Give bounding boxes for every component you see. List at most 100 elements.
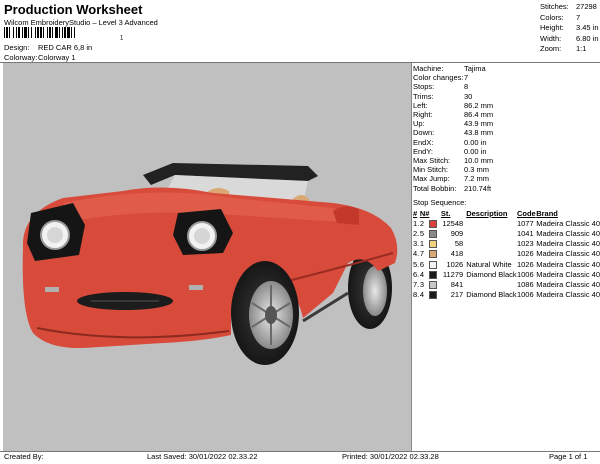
param-label: Right: bbox=[413, 110, 433, 120]
thread-brand: Madeira Classic 40 bbox=[536, 290, 600, 300]
param-value: 7 bbox=[464, 73, 469, 83]
thread-brand: Madeira Classic 40 bbox=[536, 239, 600, 249]
colorway-value: Colorway 1 bbox=[38, 53, 76, 62]
stop-number: 2. bbox=[413, 228, 420, 238]
design-meta: Design: RED CAR 6,8 in bbox=[4, 43, 92, 52]
design-value: RED CAR 6,8 in bbox=[38, 43, 93, 52]
table-row: 8. 4 217 Diamond Black 1006 Madeira Classic 4… bbox=[413, 290, 600, 300]
param-label: Down: bbox=[413, 128, 435, 138]
created-by: Created By: bbox=[4, 452, 44, 461]
param-value: 210.74ft bbox=[464, 183, 492, 193]
color-swatch-box bbox=[429, 250, 438, 259]
barcode-bar bbox=[18, 27, 20, 38]
thread-description bbox=[466, 279, 517, 289]
barcode: 1 bbox=[4, 27, 124, 40]
col-header: Brand bbox=[536, 208, 558, 218]
panel-divider bbox=[411, 63, 412, 451]
col-header: St. bbox=[440, 208, 451, 218]
color-swatch-box bbox=[429, 240, 438, 249]
param-label: Up: bbox=[413, 119, 425, 129]
thread-code: 1006 bbox=[516, 290, 534, 300]
param-value: 8 bbox=[464, 82, 469, 92]
stop-number: 8. bbox=[413, 290, 420, 300]
param-label: Trims: bbox=[413, 91, 434, 101]
param-value: 0.00 in bbox=[464, 146, 487, 156]
table-header-row: # N# St. Description Code Brand bbox=[413, 208, 600, 218]
page-title: Production Worksheet bbox=[4, 2, 143, 17]
thread-brand: Madeira Classic 40 bbox=[536, 259, 600, 269]
color-swatch-box bbox=[429, 260, 438, 269]
width-label: Width: bbox=[540, 33, 562, 43]
color-swatch-box bbox=[429, 291, 438, 300]
needle-number: 2 bbox=[419, 218, 424, 228]
param-label: Total Bobbin: bbox=[413, 183, 457, 193]
param-value: Tajima bbox=[464, 64, 486, 73]
thread-code: 1006 bbox=[516, 269, 534, 279]
barcode-bar bbox=[52, 27, 53, 38]
stop-number: 5. bbox=[413, 259, 420, 269]
thread-code: 1086 bbox=[516, 279, 534, 289]
last-saved: Last Saved: 30/01/2022 02.33.22 bbox=[147, 452, 258, 461]
stitch-count: 12548 bbox=[442, 218, 464, 228]
color-swatch-box bbox=[429, 280, 438, 289]
thread-description: Diamond Black bbox=[466, 269, 517, 279]
color-swatch bbox=[429, 228, 438, 238]
barcode-bar bbox=[49, 27, 51, 38]
thread-description bbox=[466, 228, 517, 238]
stop-number: 3. bbox=[413, 239, 420, 249]
barcode-bar bbox=[43, 27, 44, 38]
barcode-bar bbox=[59, 27, 60, 38]
page-number: Page 1 of 1 bbox=[549, 452, 588, 461]
stitch-count: 58 bbox=[454, 239, 464, 249]
printed-date: Printed: 30/01/2022 02.33.28 bbox=[342, 452, 439, 461]
barcode-bar bbox=[6, 27, 8, 38]
table-row: 1. 2 12548 1077 Madeira Classic 40 bbox=[413, 218, 600, 228]
barcode-bar bbox=[24, 27, 27, 38]
stitch-count: 909 bbox=[450, 228, 464, 238]
barcode-bar bbox=[9, 27, 10, 38]
zoom-value: 1:1 bbox=[576, 44, 587, 53]
stop-number: 7. bbox=[413, 279, 420, 289]
red-car-embroidery-image bbox=[22, 163, 398, 365]
param-label: Stops: bbox=[413, 82, 435, 92]
thread-description bbox=[466, 249, 517, 259]
barcode-bar bbox=[37, 27, 39, 38]
barcode-bar bbox=[71, 27, 72, 38]
param-value: 43.9 mm bbox=[464, 119, 494, 129]
width-value: 6.80 in bbox=[576, 33, 599, 43]
barcode-bar bbox=[67, 27, 70, 38]
col-header: N# bbox=[419, 208, 430, 218]
thread-description: Diamond Black bbox=[466, 290, 517, 300]
stop-number: 1. bbox=[413, 218, 420, 228]
table-row: 7. 3 841 1086 Madeira Classic 40 bbox=[413, 279, 600, 289]
param-label: EndX: bbox=[413, 137, 434, 147]
col-header: # bbox=[413, 208, 418, 218]
color-swatch bbox=[429, 249, 438, 259]
col-header: Description bbox=[466, 208, 508, 218]
footer-divider bbox=[0, 451, 600, 452]
needle-number: 6 bbox=[419, 259, 424, 269]
param-label: Machine: bbox=[413, 64, 444, 73]
col-header: Code bbox=[516, 208, 536, 218]
barcode-bar bbox=[16, 27, 17, 38]
stitch-count: 841 bbox=[450, 279, 464, 289]
design-preview bbox=[3, 63, 411, 451]
needle-number: 7 bbox=[419, 249, 424, 259]
param-value: 86.2 mm bbox=[464, 100, 494, 110]
thread-code: 1026 bbox=[516, 259, 534, 269]
colors-label: Colors: bbox=[540, 12, 564, 22]
stop-number: 6. bbox=[413, 269, 420, 279]
needle-number: 1 bbox=[419, 239, 424, 249]
color-swatch bbox=[429, 269, 438, 279]
barcode-bar bbox=[62, 27, 63, 38]
stitch-count: 11279 bbox=[442, 269, 464, 279]
design-stats: Stitches: 27298 Colors: 7 Height: 3.45 in W… bbox=[540, 2, 599, 55]
table-row: 4. 7 418 1026 Madeira Classic 40 bbox=[413, 249, 600, 259]
col-header bbox=[429, 208, 437, 218]
stitches-label: Stitches: bbox=[540, 2, 569, 11]
colorway-meta: Colorway:Colorway 1 bbox=[4, 53, 76, 62]
param-label: Max Jump: bbox=[413, 174, 450, 184]
thread-brand: Madeira Classic 40 bbox=[536, 218, 600, 228]
needle-number: 5 bbox=[419, 228, 424, 238]
stop-sequence-title: Stop Sequence: bbox=[413, 198, 467, 207]
